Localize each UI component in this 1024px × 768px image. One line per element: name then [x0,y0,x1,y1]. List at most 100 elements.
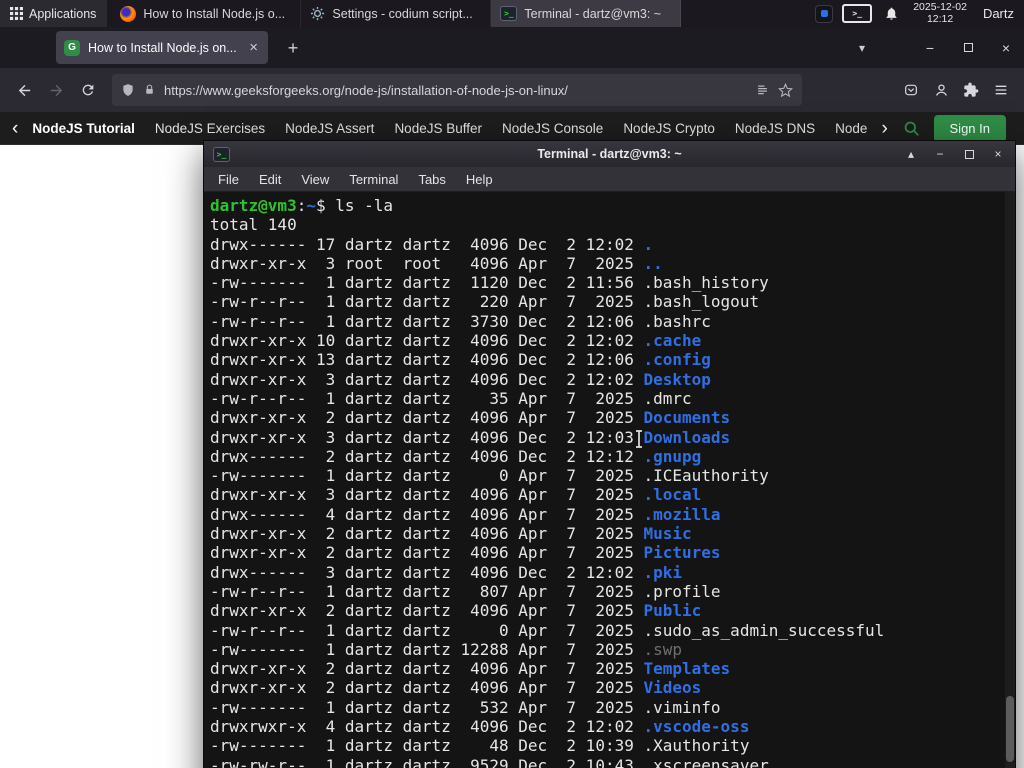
applications-menu-button[interactable]: Applications [0,0,107,27]
clock-time: 12:12 [926,12,954,25]
ls-output-line: drwxr-xr-x 2 dartz dartz 4096 Apr 7 2025… [210,408,731,428]
gear-icon [311,6,325,21]
panel-separator [106,0,108,27]
terminal-maximize-button[interactable] [961,146,977,162]
ls-output-line: -rw-r--r-- 1 dartz dartz 220 Apr 7 2025 … [210,292,760,312]
notifications-bell-icon[interactable] [884,6,899,21]
ls-output-line: drwxr-xr-x 3 root root 4096 Apr 7 2025 .… [210,253,663,273]
total-line: total 140 [210,215,297,235]
tab-bar: G How to Install Node.js on... × + ▾ − × [0,27,1024,68]
terminal-window-title: Terminal - dartz@vm3: ~ [537,147,682,161]
tracking-shield-icon[interactable] [121,83,135,97]
ls-output-line: drwxr-xr-x 10 dartz dartz 4096 Dec 2 12:… [210,331,702,351]
forward-button[interactable] [40,74,72,106]
ls-output-line: drwxr-xr-x 3 dartz dartz 4096 Dec 2 12:0… [210,427,731,447]
tab-close-icon[interactable]: × [247,39,260,56]
pocket-button[interactable] [896,75,926,105]
ls-output-line: drwxr-xr-x 2 dartz dartz 4096 Apr 7 2025… [210,678,702,698]
taskbar-button-firefox[interactable]: How to Install Node.js o... [111,0,302,27]
terminal-window: >_ Terminal - dartz@vm3: ~ ▴ − × File Ed… [203,140,1016,768]
taskbar-label: Settings - codium script... [332,6,473,21]
tray-terminal-icon[interactable]: >_ [842,4,873,23]
gfg-nav-item[interactable]: NodeJS DNS [725,121,825,136]
ls-output-line: -rw-r--r-- 1 dartz dartz 807 Apr 7 2025 … [210,581,721,601]
search-icon [904,121,919,136]
gfg-nav-item[interactable]: Node [825,121,877,136]
firefox-icon [120,5,137,22]
extensions-button[interactable] [956,75,986,105]
terminal-scrollbar[interactable] [1005,192,1015,768]
browser-window-controls: − × [920,27,1016,68]
new-tab-button[interactable]: + [280,35,306,61]
gfg-nav-item[interactable]: NodeJS Assert [275,121,384,136]
panel-clock[interactable]: 2025-12-02 12:12 [913,1,967,25]
ls-output-line: drwx------ 2 dartz dartz 4096 Dec 2 12:1… [210,446,702,466]
url-bar[interactable]: https://www.geeksforgeeks.org/node-js/in… [112,74,802,106]
menu-edit[interactable]: Edit [249,167,291,191]
tab-title: How to Install Node.js on... [88,40,237,55]
gfg-nav-item[interactable]: NodeJS Crypto [613,121,725,136]
panel-user-label[interactable]: Dartz [983,6,1014,21]
taskbar-button-terminal[interactable]: >_ Terminal - dartz@vm3: ~ [491,0,682,27]
prompt-cwd: ~ [306,196,316,215]
window-close-button[interactable]: × [996,38,1016,58]
account-button[interactable] [926,75,956,105]
terminal-screen[interactable]: dartz@vm3:~$ ls -la total 140 drwx------… [204,192,1015,768]
taskbar-label: Terminal - dartz@vm3: ~ [524,6,662,21]
applications-grid-icon [10,7,23,20]
gfg-nav-item[interactable]: NodeJS Console [492,121,613,136]
terminal-output: drwx------ 17 dartz dartz 4096 Dec 2 12:… [210,235,1013,768]
pocket-icon [905,84,917,96]
bookmark-star-icon[interactable] [778,82,793,98]
system-tray: >_ [815,4,873,23]
terminal-icon: >_ [500,6,518,21]
reader-view-icon[interactable] [755,83,770,98]
chevron-right-icon[interactable]: › [877,119,891,138]
prompt-command: $ ls -la [315,196,394,215]
sign-in-button[interactable]: Sign In [933,114,1006,142]
menu-tabs[interactable]: Tabs [408,167,455,191]
tray-app-icon[interactable] [815,4,834,23]
terminal-shade-button[interactable]: ▴ [903,146,919,162]
ls-output-line: drwxr-xr-x 2 dartz dartz 4096 Apr 7 2025… [210,601,702,621]
taskbar-label: How to Install Node.js o... [143,6,286,21]
scrollbar-thumb[interactable] [1006,696,1014,762]
ls-output-line: drwxr-xr-x 2 dartz dartz 4096 Apr 7 2025… [210,524,692,544]
back-button[interactable] [8,74,40,106]
menu-file[interactable]: File [208,167,249,191]
reload-icon [82,84,94,96]
taskbar-button-settings[interactable]: Settings - codium script... [301,0,492,27]
reload-button[interactable] [72,74,104,106]
gfg-nav-item[interactable]: NodeJS Exercises [145,121,275,136]
lock-icon[interactable] [143,83,156,97]
gfg-nav-item[interactable]: NodeJS Buffer [384,121,492,136]
terminal-titlebar[interactable]: >_ Terminal - dartz@vm3: ~ ▴ − × [204,141,1015,167]
gfg-nav-item[interactable]: NodeJS Tutorial [22,121,145,136]
browser-toolbar: https://www.geeksforgeeks.org/node-js/in… [0,68,1024,112]
list-all-tabs-button[interactable]: ▾ [850,36,874,60]
terminal-window-controls: ▴ − × [903,146,1006,162]
ls-output-line: -rw------- 1 dartz dartz 48 Dec 2 10:39 … [210,736,750,756]
ls-output-line: -rw------- 1 dartz dartz 532 Apr 7 2025 … [210,697,721,717]
menu-terminal[interactable]: Terminal [339,167,408,191]
menu-view[interactable]: View [291,167,339,191]
menu-button[interactable] [986,75,1016,105]
terminal-close-button[interactable]: × [990,146,1006,162]
account-person-icon [935,83,947,96]
chevron-left-icon[interactable]: ‹ [8,119,22,138]
window-minimize-button[interactable]: − [920,38,940,58]
maximize-icon [963,43,973,52]
browser-tab[interactable]: G How to Install Node.js on... × [56,31,268,64]
back-arrow-icon [18,84,30,96]
ls-output-line: drwx------ 4 dartz dartz 4096 Apr 7 2025… [210,504,721,524]
applications-label: Applications [29,6,97,21]
window-maximize-button[interactable] [958,38,978,58]
menu-help[interactable]: Help [456,167,503,191]
ls-output-line: -rw------- 1 dartz dartz 12288 Apr 7 202… [210,639,683,659]
terminal-minimize-button[interactable]: − [932,146,948,162]
ls-output-line: -rw-r--r-- 1 dartz dartz 0 Apr 7 2025 .s… [210,620,885,640]
ls-output-line: drwxr-xr-x 3 dartz dartz 4096 Apr 7 2025… [210,485,702,505]
ls-output-line: drwxr-xr-x 2 dartz dartz 4096 Apr 7 2025… [210,543,721,563]
top-panel: Applications How to Install Node.js o...… [0,0,1024,27]
url-text: https://www.geeksforgeeks.org/node-js/in… [164,82,568,98]
